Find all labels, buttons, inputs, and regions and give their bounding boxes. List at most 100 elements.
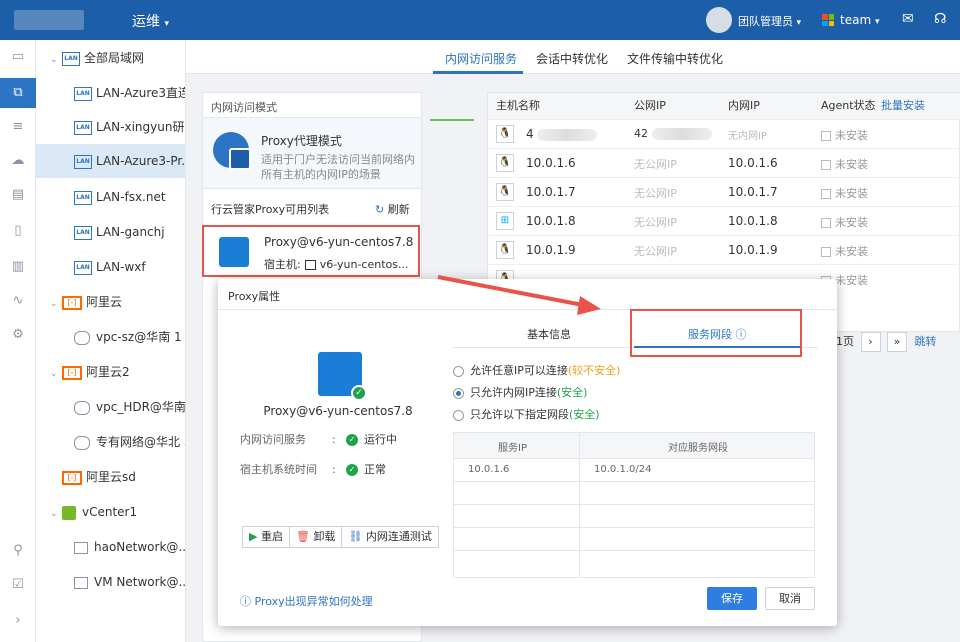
lan-icon: LAN xyxy=(62,51,80,66)
option-intranet-ip[interactable]: 只允许内网IP连接(安全) xyxy=(453,384,587,400)
icon-rail: ▭ ⧉ ≡ ☁ ▤ ▯ ▥ ∿ ⚙ ⚲ ☑ › xyxy=(0,40,36,642)
tree-item[interactable]: [-] 阿里云sd xyxy=(36,460,185,494)
restart-button[interactable]: ▶ 重启 xyxy=(243,527,290,547)
tree-item[interactable]: ⌄ LAN 全部局域网 xyxy=(36,41,185,75)
table-row[interactable]: 🐧 10.0.1.9 无公网IP 10.0.1.9 未安装 xyxy=(488,235,960,264)
network-icon xyxy=(74,576,88,589)
caret-down-icon: ⌄ xyxy=(50,509,58,519)
database-icon[interactable]: ≡ xyxy=(0,112,36,142)
tab-session-relay[interactable]: 会话中转优化 xyxy=(536,50,608,67)
main-tabs: 内网访问服务 会话中转优化 文件传输中转优化 xyxy=(186,40,960,74)
avatar[interactable] xyxy=(706,7,732,33)
tree-item[interactable]: LAN LAN-ganchj xyxy=(36,215,185,249)
tab-basic-info[interactable]: 基本信息 xyxy=(527,326,571,342)
vpc-icon xyxy=(74,435,90,450)
check-icon: ✓ xyxy=(351,385,367,401)
option-any-ip[interactable]: 允许任意IP可以连接(较不安全) xyxy=(453,362,620,378)
refresh-button[interactable]: ↻ 刷新 xyxy=(375,201,410,217)
column-header: 公网IP xyxy=(634,99,666,112)
dialog-title: Proxy属性 xyxy=(228,290,281,303)
team-switcher[interactable]: team ▾ xyxy=(840,13,880,27)
tree-item[interactable]: 专有网络@华北 3 xyxy=(36,425,185,459)
tree-item[interactable]: ⌄ vCenter1 xyxy=(36,495,185,529)
radio-icon xyxy=(453,409,464,421)
message-icon[interactable]: ✉ xyxy=(902,11,914,27)
tree-item[interactable]: LAN LAN-Azure3直连 xyxy=(36,76,185,110)
linux-icon: 🐧 xyxy=(496,154,514,172)
report-icon[interactable]: ▥ xyxy=(0,252,36,282)
top-bar: 运维 ▾ 团队管理员 ▾ team ▾ ✉ ☊ xyxy=(0,0,960,40)
aliyun-icon: [-] xyxy=(62,295,82,310)
cancel-button[interactable]: 取消 xyxy=(765,587,815,610)
connectivity-test-button[interactable]: ⛓ 内网连通测试 xyxy=(342,527,437,547)
proxy-card[interactable]: Proxy@v6-yun-centos7.8 宿主机: v6-yun-centos… xyxy=(202,225,420,277)
tree-item[interactable]: LANLAN-xingyun研发 xyxy=(36,110,185,144)
service-status: 内网访问服务: ✓ 运行中 xyxy=(240,433,397,446)
user-menu[interactable]: 团队管理员 ▾ xyxy=(738,13,801,29)
highlight-box xyxy=(630,309,802,357)
activity-icon[interactable]: ∿ xyxy=(0,286,36,316)
clipboard-icon[interactable]: ▯ xyxy=(0,216,36,246)
help-link[interactable]: ⓘ Proxy出现异常如何处理 xyxy=(240,593,373,609)
lan-icon: LAN xyxy=(74,260,92,275)
save-button[interactable]: 保存 xyxy=(707,587,757,610)
lan-icon: LAN xyxy=(74,86,92,101)
lan-icon: LAN xyxy=(74,120,92,135)
linux-icon: 🐧 xyxy=(496,125,514,143)
flow-arrow xyxy=(430,119,474,121)
tree-item[interactable]: vpc_HDR@华南 1 xyxy=(36,390,185,424)
jump-link[interactable]: 跳转 xyxy=(915,335,937,348)
radio-icon xyxy=(453,365,464,377)
vcenter-icon xyxy=(62,505,76,520)
last-page-button[interactable]: » xyxy=(887,332,907,352)
lan-icon: LAN xyxy=(74,190,92,205)
divider xyxy=(579,433,580,577)
folder-icon[interactable]: ▤ xyxy=(0,180,36,210)
chevron-down-icon: ▾ xyxy=(796,18,802,28)
gear-icon[interactable]: ⚙ xyxy=(0,320,36,350)
vpc-icon xyxy=(74,330,90,345)
search-icon[interactable]: ⚲ xyxy=(0,536,36,566)
next-page-button[interactable]: › xyxy=(860,332,881,352)
batch-install-link[interactable]: 批量安装 xyxy=(881,93,925,119)
tree-item[interactable]: LAN LAN-wxf xyxy=(36,250,185,284)
table-row[interactable]: 🐧 10.0.1.6 无公网IP 10.0.1.6 未安装 xyxy=(488,148,960,177)
checklist-icon[interactable]: ☑ xyxy=(0,570,36,600)
headset-icon[interactable]: ☊ xyxy=(934,11,946,27)
option-specified-segment[interactable]: 只允许以下指定网段(安全) xyxy=(453,406,600,422)
tree-item[interactable]: ⌄ [-] 阿里云 xyxy=(36,285,185,319)
table-row[interactable]: 🐧 4 42 无内网IP 未安装 xyxy=(488,119,960,148)
tree-item[interactable]: vpc-sz@华南 1 xyxy=(36,320,185,354)
redacted-mark xyxy=(537,128,598,141)
play-icon: ▶ xyxy=(249,530,258,543)
tree-item[interactable]: haoNetwork@... xyxy=(36,530,185,564)
monitor-icon[interactable]: ▭ xyxy=(0,42,36,72)
tree-item[interactable]: LAN LAN-fsx.net xyxy=(36,180,185,214)
mode-card[interactable]: Proxy代理模式 适用于门户无法访问当前网络内所有主机的内网IP的场景 xyxy=(203,117,421,189)
agent-icon xyxy=(821,160,831,170)
tree-item[interactable]: VM Network@... xyxy=(36,565,185,599)
table-row[interactable]: 🐧 10.0.1.7 无公网IP 10.0.1.7 未安装 xyxy=(488,177,960,206)
team-icon xyxy=(822,14,834,26)
tab-file-relay[interactable]: 文件传输中转优化 xyxy=(627,50,723,67)
table-row[interactable]: 10.0.1.6 10.0.1.0/24 xyxy=(454,458,814,481)
uninstall-button[interactable]: 🗑 卸载 xyxy=(290,527,343,547)
brand-logo[interactable] xyxy=(14,10,84,30)
expand-icon[interactable]: › xyxy=(0,606,36,636)
network-icon xyxy=(74,541,88,554)
section-switcher[interactable]: 运维 ▾ xyxy=(132,11,169,31)
tree-item[interactable]: ⌄ [-] 阿里云2 xyxy=(36,355,185,389)
link-icon: ⛓ xyxy=(348,530,363,543)
tab-intranet-service[interactable]: 内网访问服务 xyxy=(445,50,517,67)
column-header: 内网IP xyxy=(728,99,760,112)
vpc-icon xyxy=(74,400,90,415)
pagination: 1页 › » 跳转 xyxy=(836,332,937,352)
table-row xyxy=(454,550,814,573)
cloud-icon[interactable]: ☁ xyxy=(0,146,36,176)
table-row[interactable]: ⊞ 10.0.1.8 无公网IP 10.0.1.8 未安装 xyxy=(488,206,960,235)
mode-desc: 适用于门户无法访问当前网络内所有主机的内网IP的场景 xyxy=(261,153,415,181)
network-icon[interactable]: ⧉ xyxy=(0,78,36,108)
table-row xyxy=(454,481,814,504)
panel-header: 内网访问模式 xyxy=(211,101,277,114)
tree-item[interactable]: LAN LAN-Azure3-Pr... xyxy=(36,144,185,178)
